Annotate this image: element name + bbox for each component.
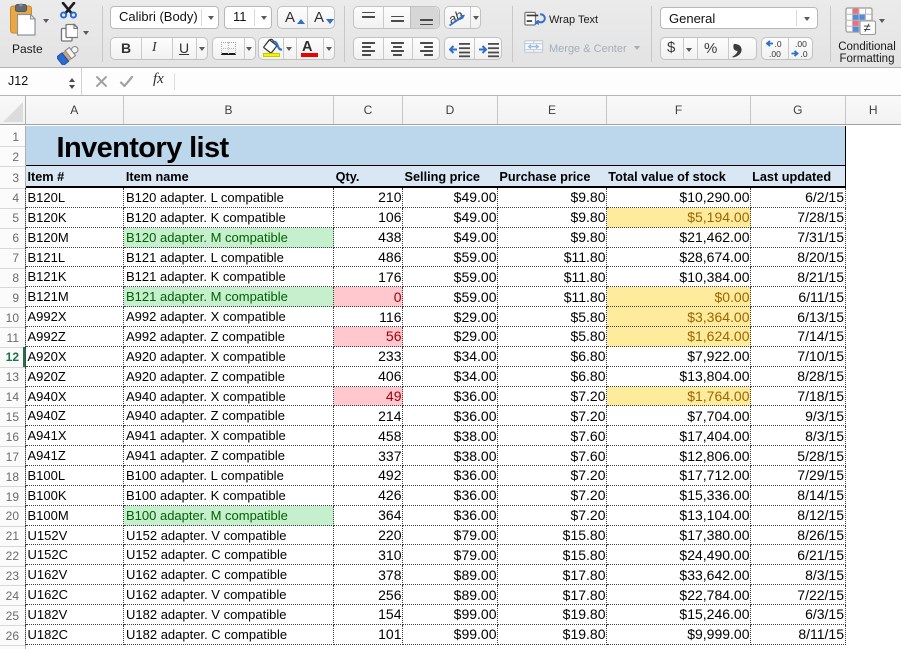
svg-text:.0: .0 bbox=[775, 39, 782, 49]
svg-text:.0: .0 bbox=[801, 49, 808, 59]
svg-text:≠: ≠ bbox=[864, 20, 871, 35]
svg-text:.00: .00 bbox=[795, 39, 807, 49]
svg-text:.00: .00 bbox=[769, 49, 781, 59]
